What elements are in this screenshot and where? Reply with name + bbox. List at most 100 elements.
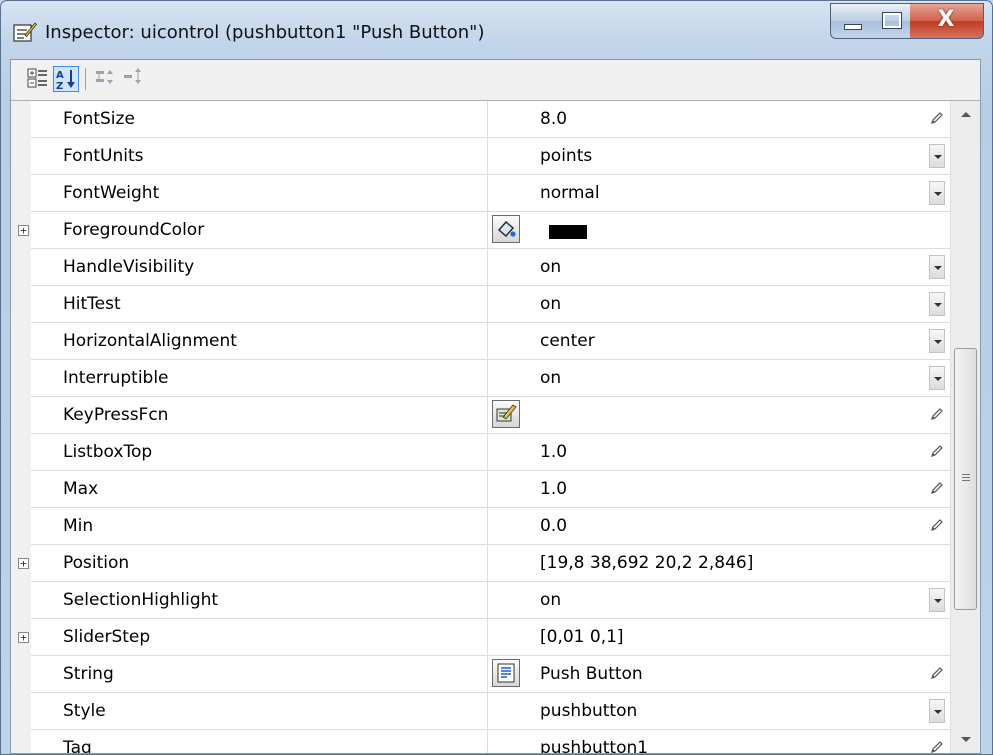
property-value[interactable]: 1.0 xyxy=(540,442,567,462)
maximize-icon xyxy=(882,12,902,29)
column-divider[interactable] xyxy=(487,175,488,212)
property-row-min[interactable]: Min 0.0 xyxy=(31,508,950,545)
property-value[interactable]: 0.0 xyxy=(540,516,567,536)
property-row-selectionhighlight[interactable]: SelectionHighlight on xyxy=(31,582,950,619)
property-row-horizontalalignment[interactable]: HorizontalAlignment center xyxy=(31,323,950,360)
inspector-app-icon xyxy=(13,22,37,42)
dropdown-arrow-icon[interactable] xyxy=(929,255,945,279)
property-name: String xyxy=(63,664,114,684)
title-bar[interactable]: Inspector: uicontrol (pushbutton1 "Push … xyxy=(1,1,992,59)
property-row-hittest[interactable]: HitTest on xyxy=(31,286,950,323)
property-value[interactable]: 8.0 xyxy=(540,109,567,129)
column-divider[interactable] xyxy=(487,101,488,138)
property-value[interactable]: normal xyxy=(540,183,600,203)
property-value[interactable]: on xyxy=(540,257,561,277)
column-divider[interactable] xyxy=(487,212,488,249)
property-value[interactable]: Push Button xyxy=(540,664,643,684)
categorized-view-button[interactable] xyxy=(25,66,51,92)
column-divider[interactable] xyxy=(487,360,488,397)
expand-plus-icon[interactable]: + xyxy=(18,225,29,236)
minimize-icon xyxy=(844,24,862,30)
minimize-button[interactable] xyxy=(830,3,872,39)
property-value[interactable]: [19,8 38,692 20,2 2,846] xyxy=(540,553,753,573)
pencil-edit-icon[interactable] xyxy=(929,110,945,126)
property-row-position[interactable]: + Position [19,8 38,692 20,2 2,846] xyxy=(18,545,950,582)
scroll-thumb[interactable] xyxy=(954,348,977,610)
color-picker-button[interactable] xyxy=(492,215,520,243)
dropdown-arrow-icon[interactable] xyxy=(929,588,945,612)
property-row-interruptible[interactable]: Interruptible on xyxy=(31,360,950,397)
property-row-handlevisibility[interactable]: HandleVisibility on xyxy=(31,249,950,286)
column-divider[interactable] xyxy=(487,656,488,693)
dropdown-arrow-icon[interactable] xyxy=(929,144,945,168)
column-divider[interactable] xyxy=(487,249,488,286)
pencil-edit-icon[interactable] xyxy=(929,517,945,533)
sort-alphabetical-button[interactable]: A Z xyxy=(53,66,79,92)
property-value[interactable]: [0,01 0,1] xyxy=(540,627,624,647)
dropdown-arrow-icon[interactable] xyxy=(929,181,945,205)
property-row-listboxtop[interactable]: ListboxTop 1.0 xyxy=(31,434,950,471)
color-swatch xyxy=(549,225,587,239)
column-divider[interactable] xyxy=(487,619,488,656)
column-divider[interactable] xyxy=(487,730,488,753)
column-divider[interactable] xyxy=(487,471,488,508)
column-divider[interactable] xyxy=(487,545,488,582)
column-divider[interactable] xyxy=(487,434,488,471)
color-picker-icon xyxy=(493,216,519,246)
vertical-scrollbar[interactable] xyxy=(950,101,980,753)
dropdown-arrow-icon[interactable] xyxy=(929,699,945,723)
property-value[interactable]: points xyxy=(540,146,592,166)
collapse-all-button[interactable] xyxy=(121,66,147,92)
column-divider[interactable] xyxy=(487,693,488,730)
expand-all-button[interactable] xyxy=(93,66,119,92)
property-row-fontsize[interactable]: FontSize 8.0 xyxy=(31,101,950,138)
column-divider[interactable] xyxy=(487,582,488,619)
toolbar: A Z xyxy=(11,60,980,101)
dropdown-arrow-icon[interactable] xyxy=(929,329,945,353)
expand-plus-icon[interactable]: + xyxy=(18,558,29,569)
property-value[interactable]: on xyxy=(540,294,561,314)
inspector-window: Inspector: uicontrol (pushbutton1 "Push … xyxy=(0,0,993,755)
scroll-up-arrow-icon[interactable] xyxy=(951,101,980,127)
callback-editor-button[interactable] xyxy=(492,400,520,428)
property-value[interactable]: pushbutton1 xyxy=(540,738,648,753)
property-value[interactable]: on xyxy=(540,368,561,388)
pencil-edit-icon[interactable] xyxy=(929,665,945,681)
maximize-button[interactable] xyxy=(871,3,911,39)
property-row-fontweight[interactable]: FontWeight normal xyxy=(31,175,950,212)
property-row-fontunits[interactable]: FontUnits points xyxy=(31,138,950,175)
property-name: HorizontalAlignment xyxy=(63,331,237,351)
property-value[interactable]: center xyxy=(540,331,595,351)
pencil-edit-icon[interactable] xyxy=(929,443,945,459)
property-grid: FontSize 8.0 FontUnits points FontWeight norm… xyxy=(11,101,980,753)
property-value[interactable]: on xyxy=(540,590,561,610)
pencil-edit-icon[interactable] xyxy=(929,480,945,496)
svg-text:Z: Z xyxy=(56,81,63,91)
column-divider[interactable] xyxy=(487,323,488,360)
property-name: ListboxTop xyxy=(63,442,153,462)
property-row-string[interactable]: String Push Button xyxy=(31,656,950,693)
property-value[interactable]: 1.0 xyxy=(540,479,567,499)
column-divider[interactable] xyxy=(487,508,488,545)
column-divider[interactable] xyxy=(487,397,488,434)
expand-plus-icon[interactable]: + xyxy=(18,632,29,643)
property-value[interactable]: pushbutton xyxy=(540,701,637,721)
column-divider[interactable] xyxy=(487,138,488,175)
scroll-down-arrow-icon[interactable] xyxy=(951,727,980,753)
dropdown-arrow-icon[interactable] xyxy=(929,292,945,316)
property-name: FontSize xyxy=(63,109,135,129)
text-editor-button[interactable] xyxy=(492,659,520,687)
pencil-edit-icon[interactable] xyxy=(929,739,945,753)
column-divider[interactable] xyxy=(487,286,488,323)
property-row-sliderstep[interactable]: + SliderStep [0,01 0,1] xyxy=(18,619,950,656)
property-row-style[interactable]: Style pushbutton xyxy=(31,693,950,730)
close-button[interactable]: X xyxy=(910,3,984,39)
dropdown-arrow-icon[interactable] xyxy=(929,366,945,390)
property-row-foregroundcolor[interactable]: + ForegroundColor xyxy=(18,212,950,249)
pencil-edit-icon[interactable] xyxy=(929,406,945,422)
property-grid-gutter xyxy=(11,101,31,753)
toolbar-separator xyxy=(85,68,86,90)
property-row-tag[interactable]: Tag pushbutton1 xyxy=(31,730,950,753)
property-row-max[interactable]: Max 1.0 xyxy=(31,471,950,508)
property-row-keypressfcn[interactable]: KeyPressFcn xyxy=(31,397,950,434)
